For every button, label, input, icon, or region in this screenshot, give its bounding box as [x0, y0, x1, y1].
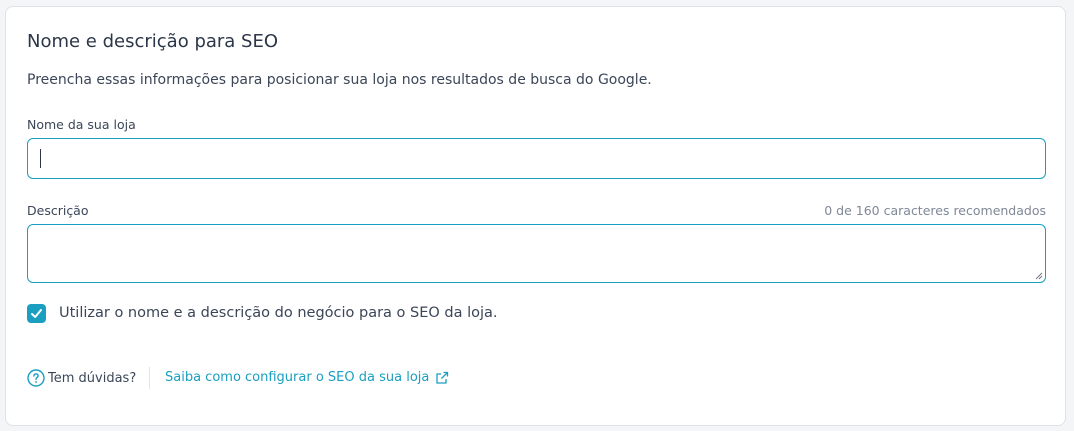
divider	[149, 367, 150, 389]
description-textarea[interactable]	[27, 224, 1046, 283]
checkmark-icon	[31, 309, 42, 318]
seo-help-link[interactable]: Saiba como configurar o SEO da sua loja	[165, 370, 449, 385]
use-business-checkbox[interactable]	[27, 304, 46, 323]
help-block: Tem dúvidas?	[27, 369, 136, 387]
seo-help-link-text[interactable]: Saiba como configurar o SEO da sua loja	[165, 370, 429, 385]
use-business-checkbox-label[interactable]: Utilizar o nome e a descrição do negócio…	[59, 305, 498, 321]
text-caret	[40, 149, 41, 168]
description-label: Descrição	[27, 203, 89, 218]
question-circle-icon	[27, 369, 45, 387]
character-counter: 0 de 160 caracteres recomendados	[824, 203, 1046, 218]
resize-handle-icon[interactable]	[1035, 272, 1043, 280]
section-title: Nome e descrição para SEO	[27, 31, 279, 52]
help-question: Tem dúvidas?	[48, 370, 137, 386]
seo-card: Nome e descrição para SEO Preencha essas…	[5, 6, 1066, 426]
store-name-input[interactable]	[27, 138, 1046, 179]
external-link-icon[interactable]	[435, 371, 449, 385]
section-subtitle: Preencha essas informações para posicion…	[27, 72, 652, 88]
store-name-label: Nome da sua loja	[27, 117, 136, 132]
